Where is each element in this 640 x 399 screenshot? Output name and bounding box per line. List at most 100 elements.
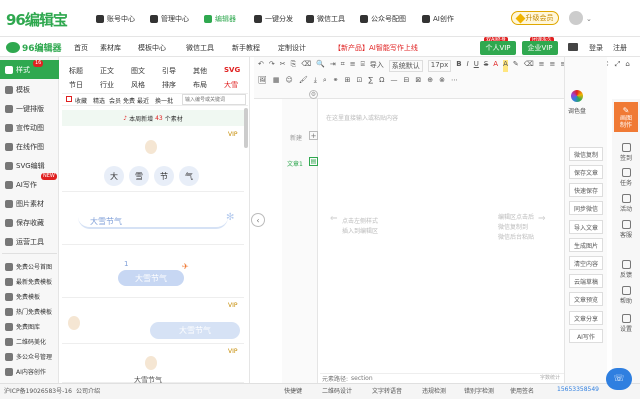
table-icon[interactable]: ⌸ xyxy=(361,60,365,72)
cat-layout[interactable]: 布局 xyxy=(193,80,207,90)
nav-one-click-distribute[interactable]: 一键分发 xyxy=(254,14,293,24)
tts-link[interactable]: 文字转语音 xyxy=(372,386,402,395)
filter-refresh[interactable]: 换一批 xyxy=(155,96,173,105)
filter-vip[interactable]: 会员 xyxy=(109,96,121,105)
nav2-promo[interactable]: 【新产品】AI智能写作上线 xyxy=(334,43,418,53)
font-color-icon[interactable]: A xyxy=(493,60,498,72)
grid-icon[interactable] xyxy=(66,96,72,102)
insert-image-icon[interactable]: 🖼 xyxy=(258,76,267,85)
delete-row-icon[interactable]: ⊗ xyxy=(439,76,445,85)
clear-content-button[interactable]: 清空内容 xyxy=(569,256,603,270)
sidebar-item-ops-tools[interactable]: 运营工具 xyxy=(0,232,59,251)
nav-ai-create[interactable]: AI创作 xyxy=(422,14,454,24)
register-link[interactable]: 注册 xyxy=(613,43,627,53)
ai-writing-button[interactable]: AI写作 xyxy=(569,329,603,343)
search-input[interactable] xyxy=(182,94,246,105)
import-article-button[interactable]: 导入文章 xyxy=(569,220,603,234)
download-icon[interactable]: ⤓ xyxy=(314,76,317,85)
sidebar-item-ai-writing[interactable]: AI写作 NEW xyxy=(0,173,59,194)
filter-favorites[interactable]: 收藏 xyxy=(75,96,87,105)
nav2-tutorial[interactable]: 新手教程 xyxy=(232,43,260,53)
import-button[interactable]: 导入 xyxy=(370,60,384,72)
sidebar-item-one-click-layout[interactable]: 一键排版 xyxy=(0,99,59,118)
share-button[interactable]: 文章分享 xyxy=(569,311,603,325)
typo-check-link[interactable]: 错别字检测 xyxy=(464,386,494,395)
add-doc-button[interactable]: + xyxy=(309,131,318,140)
cut-icon[interactable]: ✂ xyxy=(280,60,286,72)
cat-guide[interactable]: 引导 xyxy=(162,66,176,76)
hr-icon[interactable]: — xyxy=(390,76,397,85)
cat-industry[interactable]: 行业 xyxy=(100,80,114,90)
cat-other[interactable]: 其他 xyxy=(193,66,207,76)
avatar[interactable] xyxy=(569,11,583,25)
merge-cells-icon[interactable]: ⊟ xyxy=(403,76,409,85)
sidebar-item-promo-gif[interactable]: 宣传动图 xyxy=(0,118,59,137)
upgrade-button[interactable]: 升级会员 xyxy=(511,11,559,25)
activity-button[interactable]: 活动 xyxy=(612,194,640,213)
cat-style[interactable]: 风格 xyxy=(131,80,145,90)
add-row-icon[interactable]: ⊕ xyxy=(427,76,433,85)
insert-table-icon[interactable]: ⊞ xyxy=(345,76,351,85)
font-family-select[interactable]: 系统默认 xyxy=(388,60,423,72)
bold-icon[interactable]: B xyxy=(456,60,461,72)
eraser-icon[interactable]: ⌫ xyxy=(524,60,534,72)
italic-icon[interactable]: I xyxy=(467,60,469,72)
nav2-templates[interactable]: 模板中心 xyxy=(138,43,166,53)
mail-icon[interactable] xyxy=(568,43,578,51)
nav2-home[interactable]: 首页 xyxy=(74,43,88,53)
wechat-copy-button[interactable]: 微信复制 xyxy=(569,147,603,161)
collapse-panel-button[interactable]: ‹ xyxy=(251,213,265,227)
help-button[interactable]: 帮助 xyxy=(612,286,640,305)
filter-free[interactable]: 免费 xyxy=(123,96,135,105)
nav-wechat-tools[interactable]: 微信工具 xyxy=(306,14,345,24)
violation-check-link[interactable]: 违规检测 xyxy=(422,386,446,395)
copy-icon[interactable]: ⎘ xyxy=(291,60,297,72)
nav2-custom-design[interactable]: 定制设计 xyxy=(278,43,306,53)
home-icon[interactable]: ⌂ xyxy=(625,60,629,72)
quick-save-button[interactable]: 快速保存 xyxy=(569,183,603,197)
nav-cover-images[interactable]: 公众号配图 xyxy=(360,14,406,24)
shortcuts-link[interactable]: 快捷键 xyxy=(284,386,302,395)
align-center-icon[interactable]: ≡ xyxy=(550,60,556,72)
personal-vip-button[interactable]: 个人VIP xyxy=(480,41,516,55)
palette-icon[interactable] xyxy=(571,90,583,102)
icp-link[interactable]: 沪ICP备19026583号-16 xyxy=(4,386,72,395)
cat-body[interactable]: 正文 xyxy=(100,66,114,76)
align-icon[interactable]: ≡ xyxy=(350,60,356,72)
drawing-tool-button[interactable]: ✎ 画图 制作 xyxy=(614,102,638,132)
nav-management-center[interactable]: 管理中心 xyxy=(150,14,189,24)
generate-image-button[interactable]: 生成图片 xyxy=(569,238,603,252)
checkin-button[interactable]: 签到 xyxy=(612,143,640,162)
emoji-icon[interactable]: ☺ xyxy=(286,76,293,85)
signature-link[interactable]: 使用签名 xyxy=(510,386,534,395)
chevron-down-icon[interactable]: ⌄ xyxy=(586,15,592,23)
sidebar-item-ai-content[interactable]: AI内容创作 xyxy=(0,362,59,381)
doc-item[interactable]: 文章1 xyxy=(287,159,303,168)
sidebar-item-online-drawing[interactable]: 在线作图 xyxy=(0,137,59,156)
filter-recent[interactable]: 最近 xyxy=(137,96,149,105)
indent-icon[interactable]: ⇥ xyxy=(330,60,336,72)
find-icon[interactable]: 🔍 xyxy=(316,60,325,72)
feedback-button[interactable]: 反馈 xyxy=(612,260,640,279)
editor-canvas[interactable] xyxy=(318,99,564,383)
font-size-select[interactable]: 17px xyxy=(427,60,452,72)
sidebar-item-saved[interactable]: 保存收藏 xyxy=(0,213,59,232)
panel-scrollbar[interactable] xyxy=(244,108,248,148)
login-link[interactable]: 登录 xyxy=(589,43,603,53)
special-char-icon[interactable]: Ω xyxy=(379,76,384,85)
sidebar-item-styles[interactable]: 样式 16 xyxy=(0,60,59,79)
settings-button[interactable]: 设置 xyxy=(612,314,640,333)
split-cells-icon[interactable]: ⊠ xyxy=(415,76,421,85)
chat-support-icon[interactable]: ☏ xyxy=(606,368,632,390)
cat-sort[interactable]: 排序 xyxy=(162,80,176,90)
word-count[interactable]: 字数统计 xyxy=(540,374,560,381)
format-icon[interactable]: ⌗ xyxy=(341,60,345,72)
redo-icon[interactable]: ↷ xyxy=(269,60,275,72)
cat-festival[interactable]: 节日 xyxy=(69,80,83,90)
template-card-1[interactable] xyxy=(62,128,244,192)
link-icon[interactable]: ⚭ xyxy=(333,76,339,85)
undo-icon[interactable]: ↶ xyxy=(258,60,264,72)
frame-icon[interactable]: ⊡ xyxy=(357,76,363,85)
nav2-wechat-tools[interactable]: 微信工具 xyxy=(186,43,214,53)
sidebar-item-image-materials[interactable]: 图片素材 xyxy=(0,194,59,213)
